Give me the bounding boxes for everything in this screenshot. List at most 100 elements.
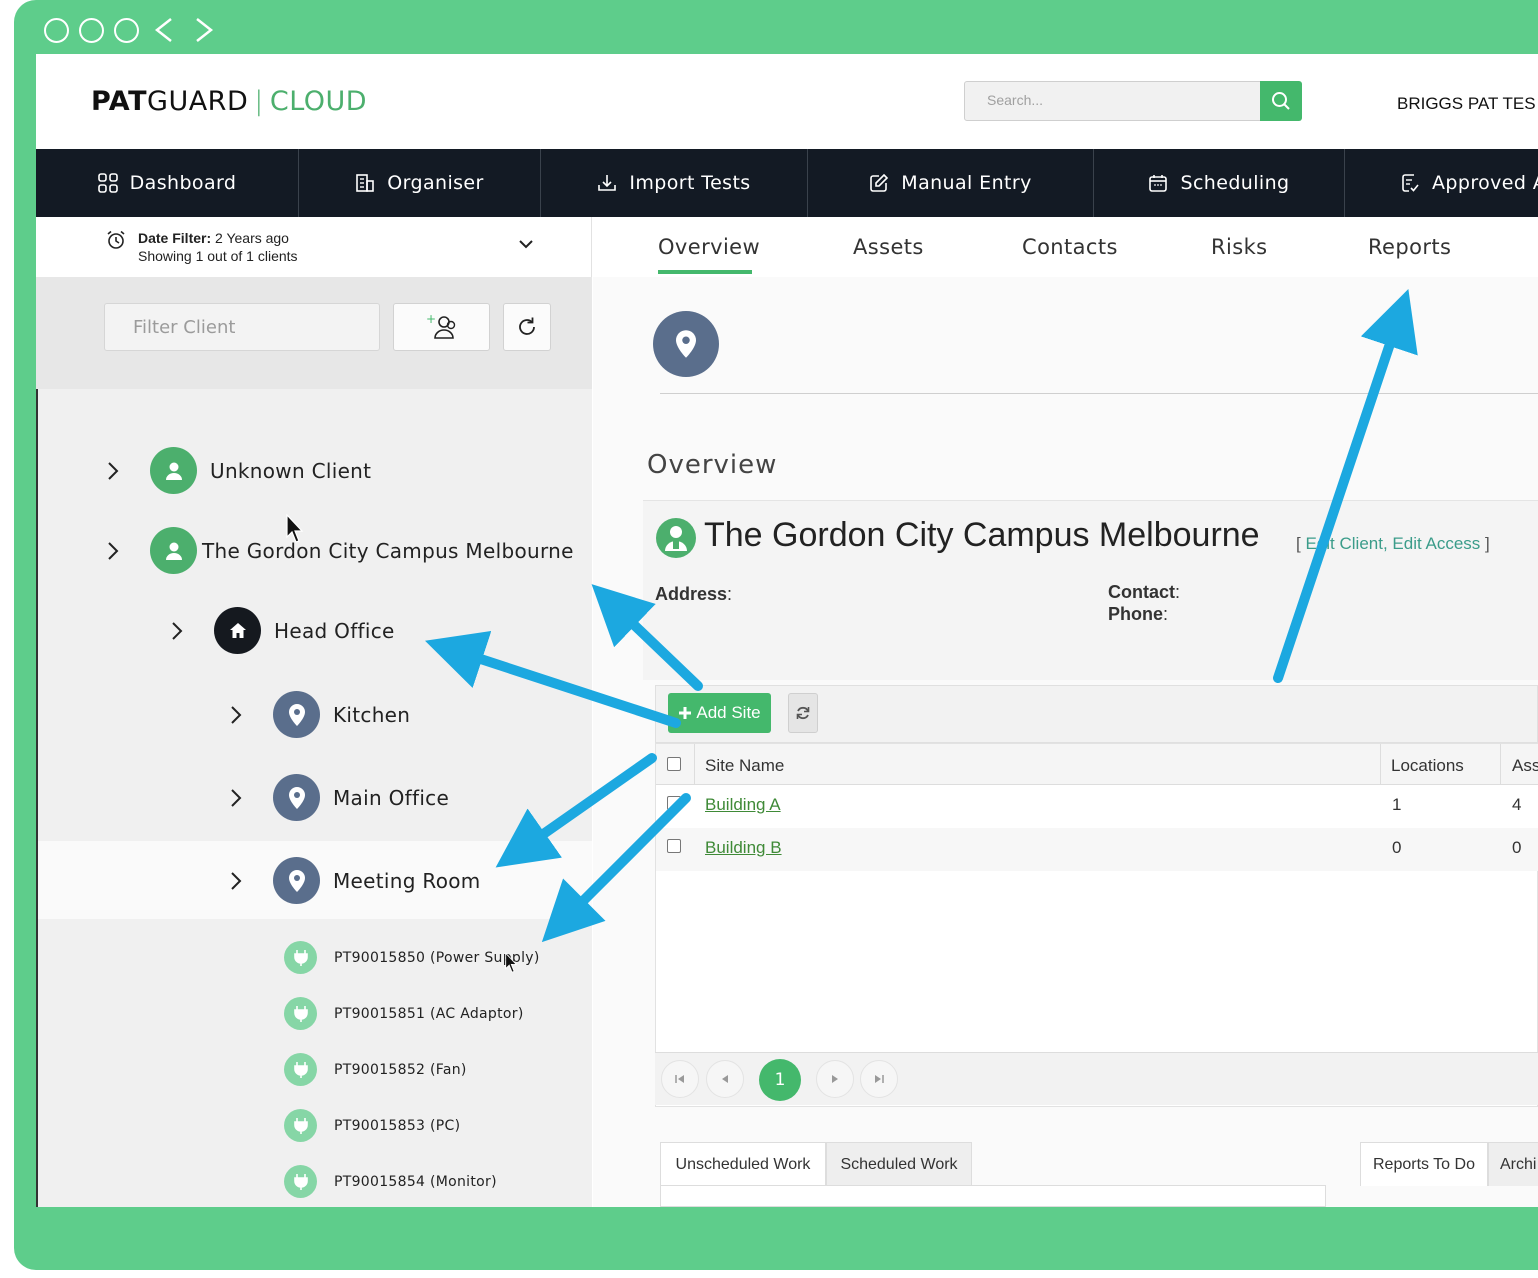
forward-chevron-icon[interactable] xyxy=(189,16,219,44)
patguard-logo[interactable]: PATGUARD | CLOUD xyxy=(91,86,367,117)
tab-reports[interactable]: Reports xyxy=(1368,235,1451,259)
nav-scheduling[interactable]: Scheduling xyxy=(1094,149,1345,217)
app-header: PATGUARD | CLOUD Search... BRIGGS PAT TES xyxy=(36,54,1538,149)
table-row[interactable]: Building A 1 4 xyxy=(656,785,1538,828)
refresh-sites-button[interactable] xyxy=(788,693,818,733)
chevron-right-icon[interactable] xyxy=(102,540,124,562)
bracket-open: [ xyxy=(1296,534,1301,553)
clipboard-check-icon xyxy=(1402,174,1419,192)
tree-item-asset[interactable]: PT90015854 (Monitor) xyxy=(284,1165,497,1198)
client-avatar-icon xyxy=(656,518,696,558)
map-pin-icon xyxy=(273,691,320,738)
logo-bold-text: PAT xyxy=(91,86,148,117)
add-client-button[interactable]: + xyxy=(393,303,490,351)
main-nav: Dashboard Organiser Import Tests Manual … xyxy=(36,149,1538,217)
tab-risks[interactable]: Risks xyxy=(1211,235,1267,259)
client-name-title: The Gordon City Campus Melbourne xyxy=(704,516,1260,554)
chevron-right-icon[interactable] xyxy=(102,460,124,482)
pager-prev-button[interactable] xyxy=(706,1060,744,1098)
refresh-clients-button[interactable] xyxy=(503,303,551,351)
window-close-button[interactable] xyxy=(44,17,69,43)
row-checkbox[interactable] xyxy=(667,839,681,853)
row-checkbox[interactable] xyxy=(667,796,681,810)
site-name-link[interactable]: Building A xyxy=(705,795,781,815)
site-locations-count: 1 xyxy=(1392,795,1402,814)
column-header-locations[interactable]: Locations xyxy=(1391,756,1464,776)
work-panel xyxy=(660,1185,1326,1207)
nav-dashboard[interactable]: Dashboard xyxy=(36,149,299,217)
user-account-label[interactable]: BRIGGS PAT TES xyxy=(1397,94,1536,114)
pager-first-button[interactable] xyxy=(661,1060,699,1098)
tree-item-asset[interactable]: PT90015850 (Power Supply) xyxy=(284,941,540,974)
column-header-site-name[interactable]: Site Name xyxy=(705,756,784,776)
tab-contacts[interactable]: Contacts xyxy=(1022,235,1118,259)
tree-item-site[interactable]: Head Office xyxy=(166,607,395,654)
search-input[interactable]: Search... xyxy=(964,81,1261,121)
tree-item-location[interactable]: Main Office xyxy=(225,774,449,821)
tree-item-location-selected[interactable]: Meeting Room xyxy=(225,857,481,904)
nav-import-tests[interactable]: Import Tests xyxy=(541,149,808,217)
user-icon xyxy=(150,447,197,494)
prev-page-icon xyxy=(722,1075,728,1083)
contact-label: Contact: xyxy=(1108,582,1180,603)
select-all-checkbox[interactable] xyxy=(667,757,681,771)
column-header-assets[interactable]: Ass xyxy=(1512,756,1538,776)
date-filter-bar[interactable]: Date Filter: 2 Years ago Showing 1 out o… xyxy=(36,217,592,277)
search-icon xyxy=(1272,92,1290,110)
tab-archived[interactable]: Archi xyxy=(1488,1142,1538,1186)
calendar-icon xyxy=(1149,175,1168,192)
tab-assets[interactable]: Assets xyxy=(853,235,924,259)
tree-item-label: PT90015852 (Fan) xyxy=(334,1061,467,1078)
chevron-right-icon[interactable] xyxy=(225,787,247,809)
tree-item-asset[interactable]: PT90015851 (AC Adaptor) xyxy=(284,997,524,1030)
address-label-text: Address xyxy=(655,584,728,604)
chevron-down-icon[interactable] xyxy=(516,237,536,251)
address-colon: : xyxy=(727,584,733,604)
pager-page-current[interactable]: 1 xyxy=(759,1059,801,1101)
tree-item-label: Head Office xyxy=(274,618,395,643)
chevron-right-icon[interactable] xyxy=(225,704,247,726)
chevron-right-icon[interactable] xyxy=(166,620,188,642)
nav-manual-entry[interactable]: Manual Entry xyxy=(808,149,1094,217)
filter-client-input[interactable]: Filter Client xyxy=(104,303,380,351)
nav-organiser[interactable]: Organiser xyxy=(299,149,541,217)
back-chevron-icon[interactable] xyxy=(149,16,179,44)
pager-next-button[interactable] xyxy=(816,1060,854,1098)
site-name-link[interactable]: Building B xyxy=(705,838,782,858)
contact-colon: : xyxy=(1175,582,1181,602)
overview-heading: Overview xyxy=(647,450,778,480)
table-row[interactable]: Building B 0 0 xyxy=(656,828,1538,871)
tree-item-label: Kitchen xyxy=(333,702,411,727)
tab-reports-to-do[interactable]: Reports To Do xyxy=(1360,1142,1488,1186)
tab-unscheduled-work[interactable]: Unscheduled Work xyxy=(660,1142,826,1186)
tree-left-border xyxy=(36,389,38,1207)
plug-icon xyxy=(284,941,317,974)
edit-separator: , xyxy=(1382,534,1388,553)
tree-item-label: The Gordon City Campus Melbourne xyxy=(202,538,574,563)
tree-item-client[interactable]: The Gordon City Campus Melbourne xyxy=(102,527,574,574)
add-site-button[interactable]: Add Site xyxy=(668,693,771,733)
tree-item-asset[interactable]: PT90015852 (Fan) xyxy=(284,1053,467,1086)
tree-item-label: PT90015853 (PC) xyxy=(334,1117,461,1134)
window-minimize-button[interactable] xyxy=(79,17,104,43)
tree-item-location[interactable]: Kitchen xyxy=(225,691,410,738)
phone-label-text: Phone xyxy=(1108,604,1164,624)
nav-approved[interactable]: Approved A xyxy=(1345,149,1538,217)
home-icon xyxy=(214,607,261,654)
edit-client-link[interactable]: Edit Client xyxy=(1305,534,1382,553)
tree-item-client[interactable]: Unknown Client xyxy=(102,447,371,494)
last-page-icon xyxy=(875,1075,884,1083)
search-button[interactable] xyxy=(1260,81,1302,121)
nav-approved-label: Approved A xyxy=(1432,172,1538,194)
plug-icon xyxy=(284,1109,317,1142)
user-icon xyxy=(150,527,197,574)
tab-scheduled-work[interactable]: Scheduled Work xyxy=(826,1142,972,1186)
edit-access-link[interactable]: Edit Access xyxy=(1392,534,1480,553)
tab-overview[interactable]: Overview xyxy=(658,235,760,259)
window-maximize-button[interactable] xyxy=(114,17,139,43)
tree-item-asset[interactable]: PT90015853 (PC) xyxy=(284,1109,460,1142)
pager-last-button[interactable] xyxy=(860,1060,898,1098)
sites-grid-header: Site Name Locations Ass xyxy=(656,744,1538,785)
chevron-right-icon[interactable] xyxy=(225,870,247,892)
window-controls xyxy=(44,16,219,44)
